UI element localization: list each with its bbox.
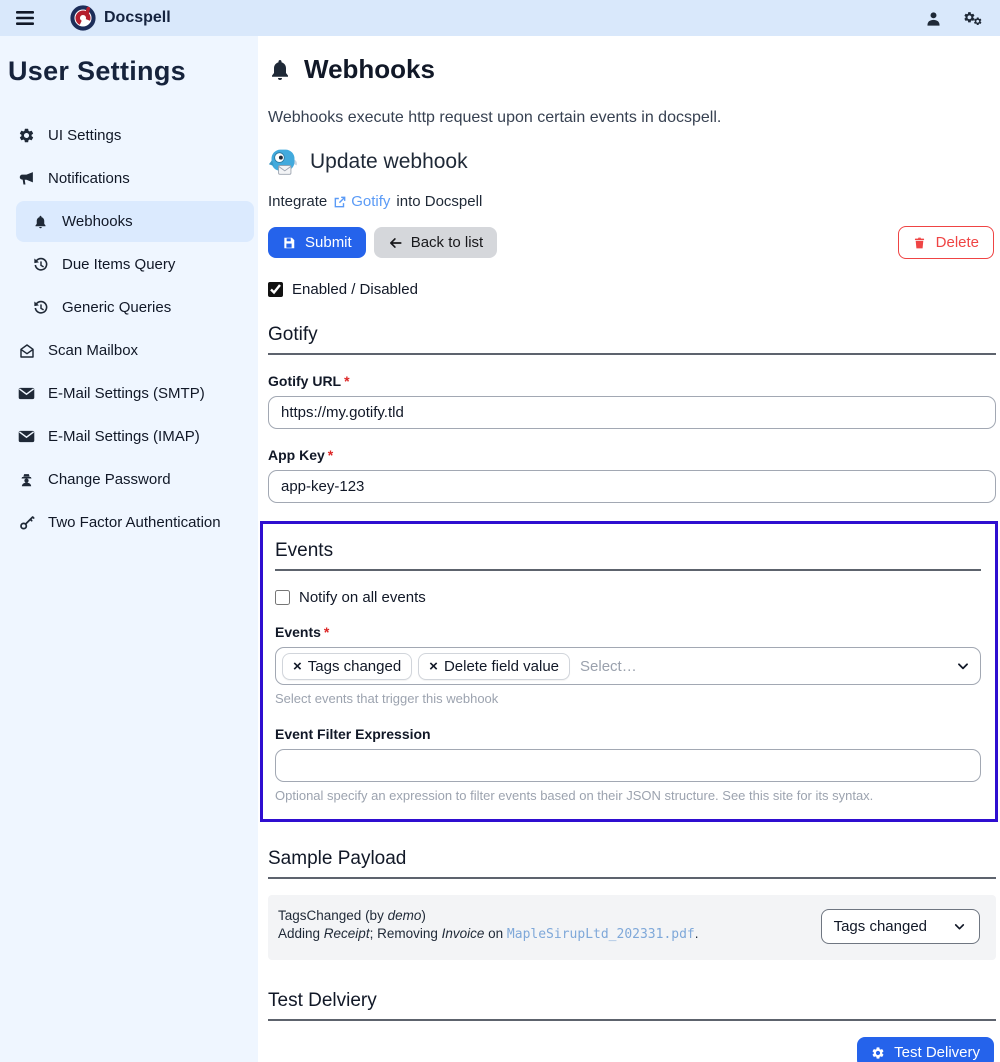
chevron-down-icon: [953, 920, 967, 934]
envelope-icon: [18, 385, 35, 402]
history-icon: [32, 256, 49, 273]
app-key-label: App Key*: [268, 447, 996, 463]
gear-icon: [18, 127, 35, 144]
required-asterisk: *: [344, 373, 349, 389]
sidebar-item-label: Due Items Query: [62, 256, 175, 273]
sidebar-item-webhooks[interactable]: Webhooks: [16, 201, 254, 242]
notify-all-label: Notify on all events: [299, 589, 426, 606]
sidebar-item-label: E-Mail Settings (IMAP): [48, 428, 200, 445]
app-key-input[interactable]: [268, 470, 996, 503]
sidebar-item-scan-mailbox[interactable]: Scan Mailbox: [2, 330, 256, 371]
gotify-logo-icon: [268, 147, 298, 177]
sidebar-item-label: Generic Queries: [62, 299, 171, 316]
events-section-heading: Events: [275, 540, 981, 571]
gotify-url-label: Gotify URL*: [268, 373, 996, 389]
gotify-section-heading: Gotify: [268, 324, 996, 355]
user-account-icon[interactable]: [918, 5, 948, 31]
settings-cogs-icon[interactable]: [958, 5, 988, 31]
main-content: Webhooks Webhooks execute http request u…: [258, 36, 1000, 1062]
action-buttons: Submit Back to list Delete: [268, 226, 996, 259]
form-title: Update webhook: [268, 147, 996, 177]
page-title: Webhooks: [268, 54, 996, 85]
envelope-icon: [18, 428, 35, 445]
integrate-line: Integrate Gotify into Docspell: [268, 193, 996, 210]
submit-button[interactable]: Submit: [268, 227, 366, 258]
sidebar-item-generic-queries[interactable]: Generic Queries: [16, 287, 256, 328]
sidebar-item-label: Webhooks: [62, 213, 133, 230]
sidebar-item-label: E-Mail Settings (SMTP): [48, 385, 205, 402]
topbar: Docspell: [0, 0, 1000, 36]
sample-payload-text: TagsChanged (by demo) Adding Receipt; Re…: [278, 907, 699, 944]
sidebar-item-label: Two Factor Authentication: [48, 514, 221, 531]
chip-remove-icon[interactable]: ×: [293, 658, 302, 675]
notify-all-row: Notify on all events: [275, 589, 981, 606]
sidebar-item-label: Scan Mailbox: [48, 342, 138, 359]
events-helper-text: Select events that trigger this webhook: [275, 691, 981, 706]
delete-button[interactable]: Delete: [898, 226, 994, 259]
events-select-placeholder: Select…: [580, 658, 637, 675]
sidebar-item-label: Notifications: [48, 170, 130, 187]
notify-all-checkbox[interactable]: [275, 590, 290, 605]
sidebar-item-change-password[interactable]: Change Password: [2, 459, 256, 500]
sidebar: User Settings UI Settings Notifications …: [0, 36, 258, 1062]
event-chip[interactable]: × Delete field value: [418, 653, 570, 680]
required-asterisk: *: [328, 447, 333, 463]
enabled-checkbox-row: Enabled / Disabled: [268, 281, 996, 298]
sidebar-item-two-factor[interactable]: Two Factor Authentication: [2, 502, 256, 543]
chevron-down-icon[interactable]: [956, 659, 970, 673]
bullhorn-icon: [18, 170, 35, 187]
external-link-icon: [333, 195, 347, 209]
gear-icon: [871, 1045, 886, 1060]
payload-file-link[interactable]: MapleSirupLtd_202331.pdf: [507, 927, 695, 942]
sidebar-item-label: UI Settings: [48, 127, 121, 144]
events-multiselect[interactable]: × Tags changed × Delete field value Sele…: [275, 647, 981, 685]
test-delivery-heading: Test Delviery: [268, 990, 996, 1021]
payload-event-select[interactable]: Tags changed: [821, 909, 980, 944]
brand-name: Docspell: [104, 9, 171, 27]
event-filter-label: Event Filter Expression: [275, 726, 981, 742]
arrow-left-icon: [388, 235, 403, 250]
sidebar-item-notifications[interactable]: Notifications: [2, 158, 256, 199]
sidebar-item-email-smtp[interactable]: E-Mail Settings (SMTP): [2, 373, 256, 414]
page-description: Webhooks execute http request upon certa…: [268, 109, 996, 127]
user-secret-icon: [18, 471, 35, 488]
sidebar-item-email-imap[interactable]: E-Mail Settings (IMAP): [2, 416, 256, 457]
required-asterisk: *: [324, 624, 329, 640]
chip-remove-icon[interactable]: ×: [429, 658, 438, 675]
bell-icon: [268, 57, 292, 83]
sidebar-item-due-items-query[interactable]: Due Items Query: [16, 244, 256, 285]
back-to-list-button[interactable]: Back to list: [374, 227, 498, 258]
sidebar-item-ui-settings[interactable]: UI Settings: [2, 115, 256, 156]
test-delivery-row: Test Delivery: [268, 1037, 996, 1062]
event-chip[interactable]: × Tags changed: [282, 653, 412, 680]
event-filter-helper-text: Optional specify an expression to filter…: [275, 788, 981, 803]
enabled-checkbox[interactable]: [268, 282, 283, 297]
test-delivery-button[interactable]: Test Delivery: [857, 1037, 994, 1062]
save-icon: [282, 235, 297, 250]
history-icon: [32, 299, 49, 316]
enabled-label: Enabled / Disabled: [292, 281, 418, 298]
events-highlight-box: Events Notify on all events Events* × Ta…: [260, 521, 998, 822]
gotify-url-input[interactable]: [268, 396, 996, 429]
events-field-label: Events*: [275, 624, 981, 640]
sample-payload-heading: Sample Payload: [268, 848, 996, 879]
envelope-open-icon: [18, 342, 35, 359]
sample-payload-box: TagsChanged (by demo) Adding Receipt; Re…: [268, 895, 996, 960]
sidebar-title: User Settings: [0, 48, 258, 113]
brand[interactable]: Docspell: [70, 5, 171, 31]
hamburger-menu-icon[interactable]: [12, 5, 38, 31]
event-filter-input[interactable]: [275, 749, 981, 782]
gotify-link[interactable]: Gotify: [333, 193, 390, 210]
trash-icon: [913, 235, 928, 250]
sidebar-item-label: Change Password: [48, 471, 171, 488]
key-icon: [18, 514, 35, 531]
bell-icon: [32, 213, 49, 230]
docspell-logo-icon: [70, 5, 96, 31]
